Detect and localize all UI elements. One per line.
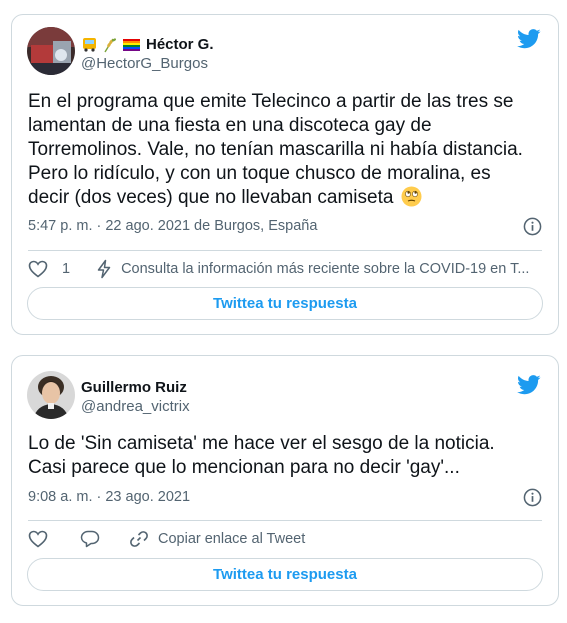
rainbow-flag-emoji-icon [123, 36, 140, 53]
tweet-actions: Copiar enlace al Tweet [28, 527, 542, 551]
tweet-text-line: Pero lo ridículo, y con un toque chusco … [28, 163, 491, 184]
reply-button[interactable]: Twittea tu respuesta [27, 287, 543, 320]
tweet-text: En el programa que emite Telecinco a par… [28, 90, 548, 210]
divider [28, 520, 542, 521]
face-with-rolling-eyes-emoji-icon [401, 186, 422, 207]
author-name-line[interactable]: Héctor G. [81, 34, 214, 54]
author-name[interactable]: Héctor G. [146, 36, 214, 53]
heart-icon [28, 530, 48, 548]
like-button[interactable] [28, 529, 48, 549]
tweet-card[interactable]: Héctor G. @HectorG_Burgos En el programa… [11, 14, 559, 335]
tweet-text: Lo de 'Sin camiseta' me hace ver el sesg… [28, 432, 548, 480]
author-handle[interactable]: @andrea_victrix [81, 398, 190, 415]
tweet-text-line: En el programa que emite Telecinco a par… [28, 91, 514, 112]
tweet-text-line: Torremolinos. Vale, no tenían mascarilla… [28, 139, 523, 160]
reply-action-button[interactable] [80, 529, 100, 549]
tweet-timestamp[interactable]: 9:08 a. m. · 23 ago. 2021 [28, 489, 190, 505]
tweet-card[interactable]: Guillermo Ruiz @andrea_victrix Lo de 'Si… [11, 355, 559, 606]
reply-button[interactable]: Twittea tu respuesta [27, 558, 543, 591]
divider [28, 250, 542, 251]
tweet-text-line: Casi parece que lo mencionan para no dec… [28, 457, 460, 478]
tweet-text-fragment: decir (dos veces) que no llevaban camise… [28, 187, 394, 208]
like-count: 1 [62, 261, 71, 277]
author-name-line[interactable]: Guillermo Ruiz [81, 377, 187, 397]
heart-icon [28, 260, 48, 278]
lightning-bolt-icon [97, 259, 111, 279]
avatar-image [27, 371, 75, 419]
tweet-actions: 1 Consulta la información más reciente s… [28, 257, 542, 281]
twitter-bird-icon[interactable] [517, 375, 541, 395]
avatar[interactable] [27, 371, 75, 419]
avatar[interactable] [27, 27, 75, 75]
info-icon[interactable] [523, 488, 542, 507]
copy-link-label: Copiar enlace al Tweet [158, 531, 306, 547]
tweet-text-line: Lo de 'Sin camiseta' me hace ver el sesg… [28, 433, 495, 454]
author-name[interactable]: Guillermo Ruiz [81, 379, 187, 396]
author-handle[interactable]: @HectorG_Burgos [81, 55, 208, 72]
wheat-emoji-icon [101, 36, 118, 53]
tweet-text-line: lamentan de una fiesta en una discoteca … [28, 115, 432, 136]
like-button[interactable] [28, 259, 48, 279]
tweet-timestamp[interactable]: 5:47 p. m. · 22 ago. 2021 de Burgos, Esp… [28, 218, 317, 234]
covid-notice-text: Consulta la información más reciente sob… [121, 261, 530, 277]
copy-link-button[interactable]: Copiar enlace al Tweet [129, 529, 305, 549]
info-icon[interactable] [523, 217, 542, 236]
tweet-text-line-last: decir (dos veces) que no llevaban camise… [28, 186, 548, 210]
twitter-bird-icon[interactable] [517, 29, 541, 49]
bus-emoji-icon [81, 36, 98, 53]
link-icon [130, 531, 148, 547]
speech-bubble-icon [80, 530, 100, 548]
covid-notice-link[interactable]: Consulta la información más reciente sob… [94, 259, 529, 279]
avatar-image [27, 27, 75, 75]
